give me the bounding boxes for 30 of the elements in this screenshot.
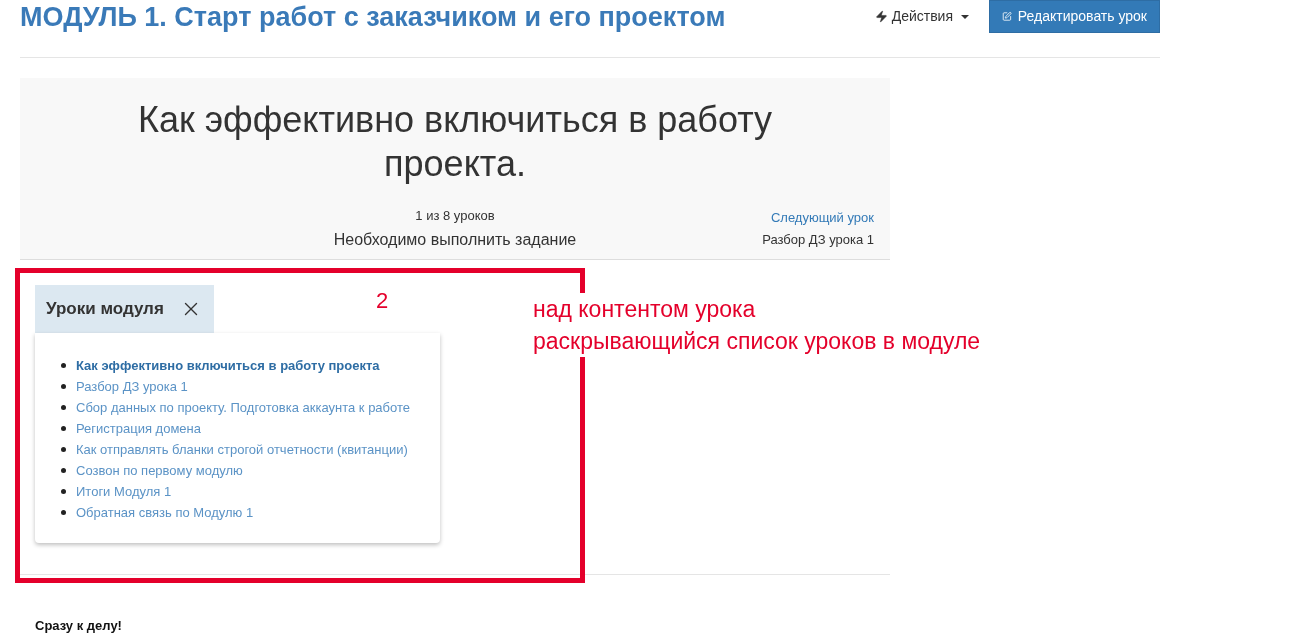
lesson-link[interactable]: Итоги Модуля 1 [76, 481, 172, 502]
lesson-link[interactable]: Регистрация домена [76, 418, 201, 439]
module-title: МОДУЛЬ 1. Старт работ с заказчиком и его проектом [20, 1, 726, 34]
lesson-link[interactable]: Сбор данных по проекту. Подготовка аккаунта к работе [76, 397, 411, 418]
lesson-link[interactable]: Созвон по первому модулю [76, 460, 243, 481]
edit-icon [1002, 10, 1012, 23]
bullet-icon [61, 363, 66, 368]
edit-lesson-button[interactable]: Редактировать урок [989, 0, 1160, 33]
content-heading: Сразу к делу! [35, 618, 122, 633]
bullet-icon [61, 489, 66, 494]
next-lesson-link[interactable]: Следующий урок [770, 208, 874, 228]
bullet-icon [61, 426, 66, 431]
next-lesson-title: Разбор ДЗ урока 1 [762, 230, 874, 249]
bullet-icon [61, 405, 66, 410]
lesson-link[interactable]: Как эффективно включиться в работу проекта [76, 355, 380, 376]
lesson-count-text: 1 из 8 уроков [415, 207, 495, 225]
lesson-link[interactable]: Обратная связь по Модулю 1 [76, 502, 254, 523]
requirement-text: Необходимо выполнить задание [333, 229, 577, 250]
lightning-icon [874, 10, 888, 23]
lesson-link[interactable]: Разбор ДЗ урока 1 [76, 376, 188, 397]
bullet-icon [61, 384, 66, 389]
annotation-number: 2 [376, 287, 389, 315]
lesson-link[interactable]: Как отправлять бланки строгой отчетности (квитанции) [76, 439, 408, 460]
lesson-title: Как эффективно включиться в работу проекта. [136, 98, 774, 186]
bullet-icon [61, 468, 66, 473]
bullet-icon [61, 447, 66, 452]
bullet-icon [61, 510, 66, 515]
module-lessons-tab[interactable]: Уроки модуля [35, 285, 214, 333]
caret-icon [961, 14, 969, 19]
actions-menu[interactable]: Действия [870, 0, 973, 33]
